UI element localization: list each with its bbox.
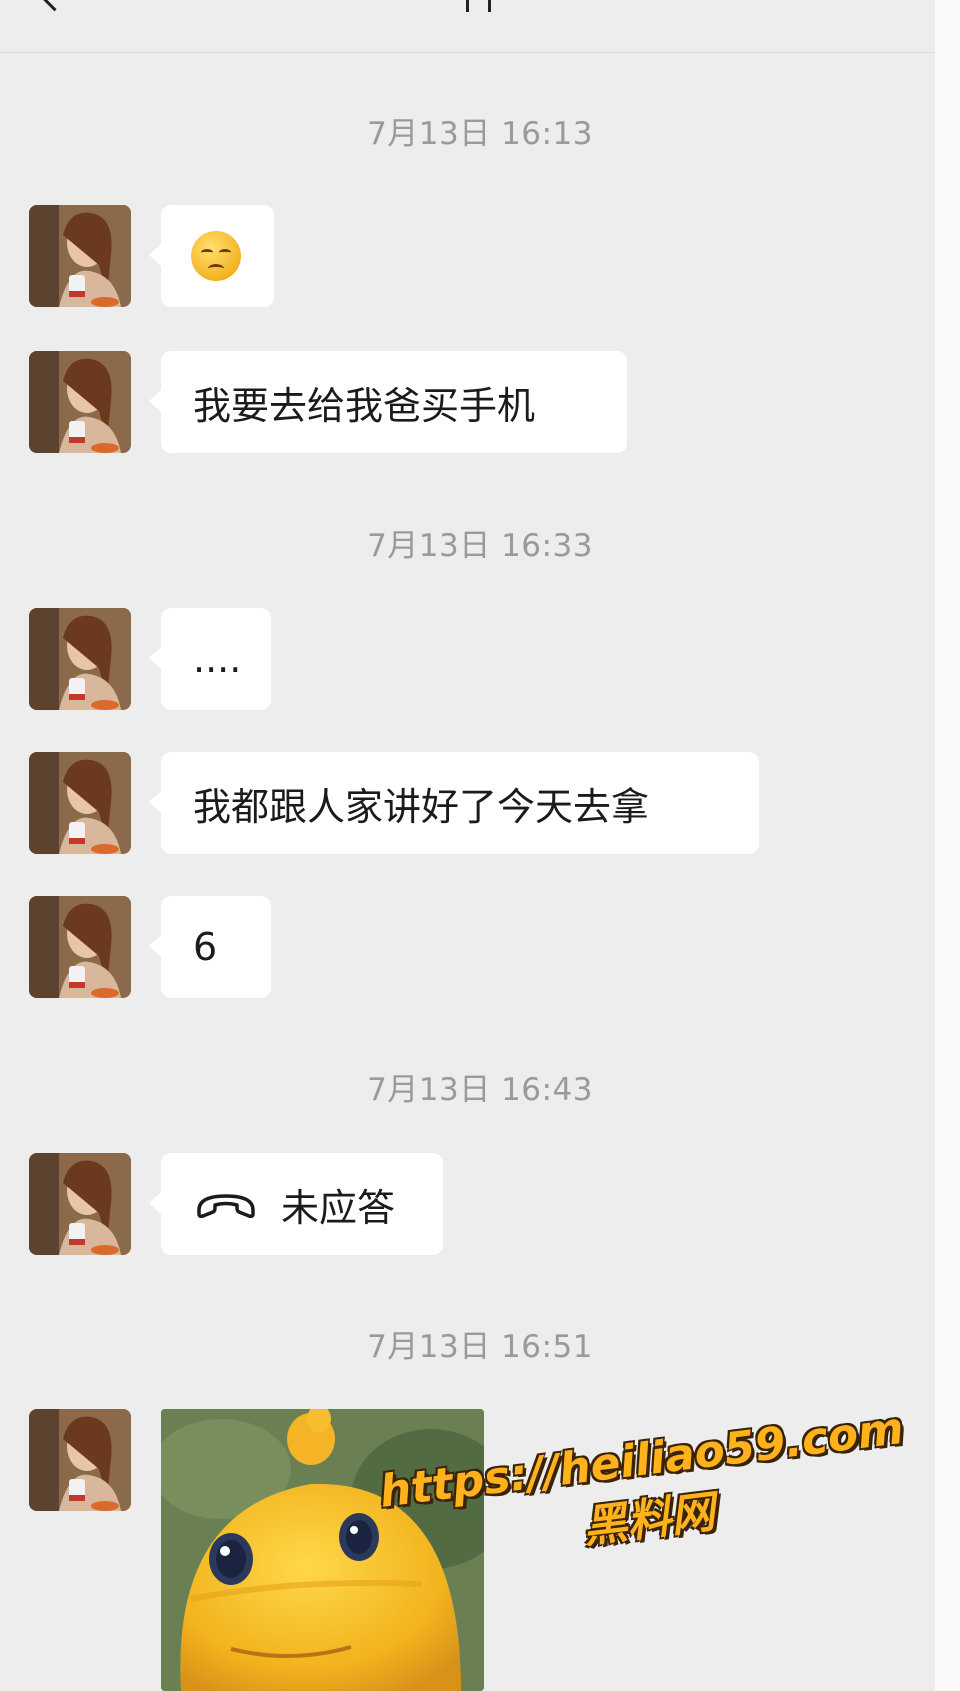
chat-title [466, 0, 502, 12]
message-timestamp: 7月13日 16:43 [367, 1072, 593, 1108]
contact-avatar[interactable] [29, 1153, 131, 1255]
contact-avatar[interactable] [29, 351, 131, 453]
message-bubble-emoji[interactable] [149, 205, 274, 307]
message-bubble-text[interactable]: 6 [149, 896, 271, 998]
message-text: 我都跟人家讲好了今天去拿 [193, 784, 650, 829]
message-timestamp: 7月13日 16:13 [367, 116, 593, 152]
message-timestamp: 7月13日 16:33 [367, 528, 593, 564]
message-bubble-text[interactable]: 我要去给我爸买手机 [149, 351, 627, 453]
message-timestamp: 7月13日 16:51 [367, 1329, 593, 1365]
contact-avatar[interactable] [29, 752, 131, 854]
message-bubble-text[interactable]: 我都跟人家讲好了今天去拿 [149, 752, 759, 854]
message-text: .... [193, 637, 242, 681]
message-bubble-text[interactable]: .... [149, 608, 271, 710]
phone-hangup-icon [197, 1194, 255, 1218]
call-status-text: 未应答 [281, 1185, 396, 1230]
message-bubble-call[interactable]: 未应答 [149, 1153, 443, 1255]
contact-avatar[interactable] [29, 205, 131, 307]
contact-avatar[interactable] [29, 608, 131, 710]
message-text: 我要去给我爸买手机 [193, 383, 536, 428]
contact-avatar[interactable] [29, 1409, 131, 1511]
chevron-left-icon[interactable] [39, 0, 70, 12]
scrollbar-track [935, 0, 960, 1691]
contact-avatar[interactable] [29, 896, 131, 998]
message-text: 6 [193, 925, 218, 969]
chat-header [0, 0, 935, 53]
unamused-face-emoji [191, 231, 241, 281]
